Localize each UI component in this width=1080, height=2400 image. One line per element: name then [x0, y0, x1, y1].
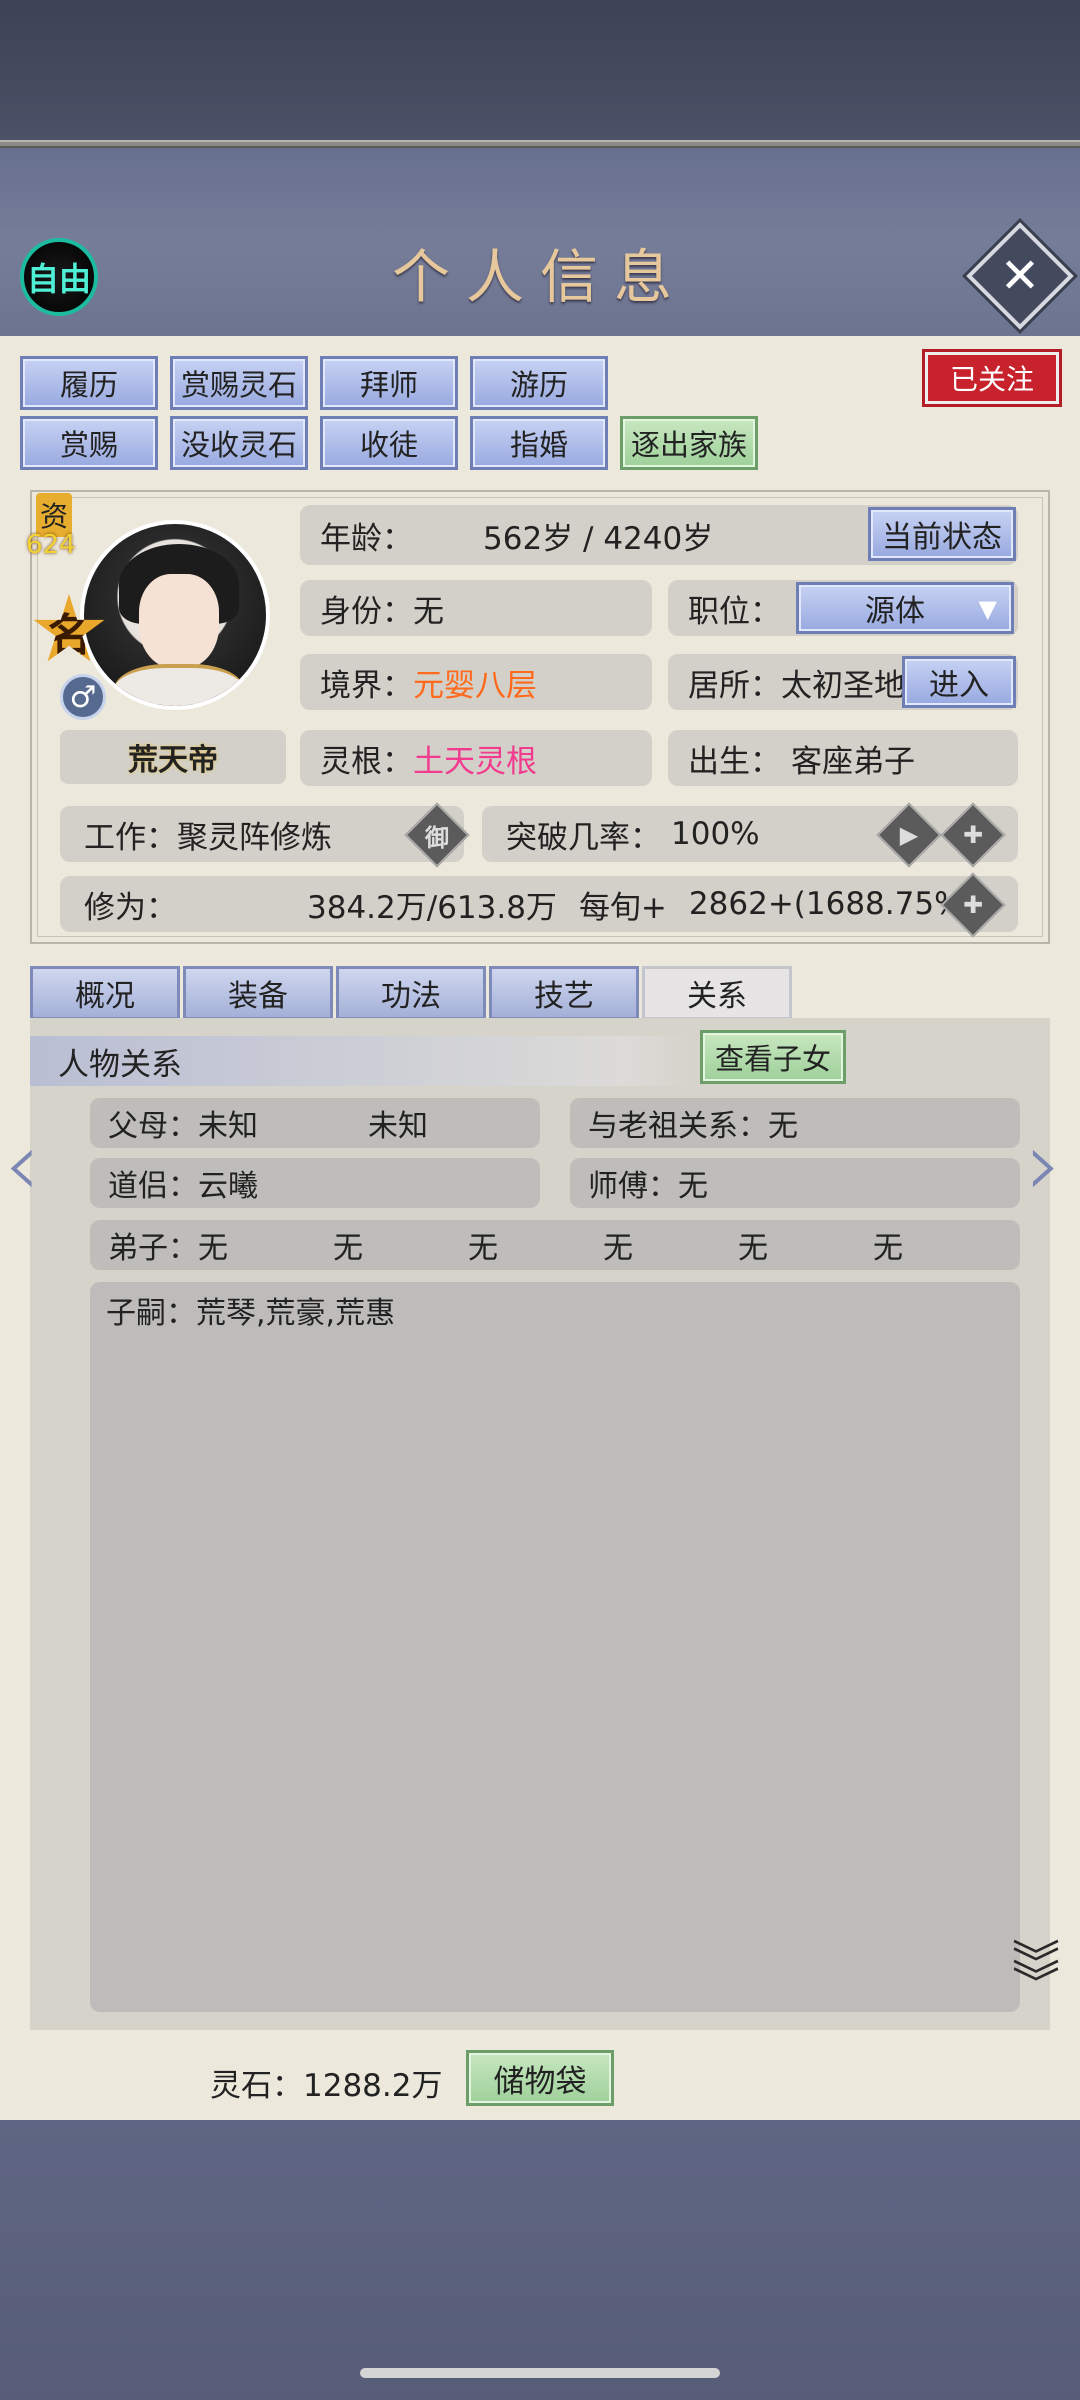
- position-select[interactable]: 源体 ▼: [796, 582, 1014, 634]
- prev-character-arrow-icon[interactable]: ‹: [4, 1112, 40, 1217]
- resume-button[interactable]: 履历: [20, 356, 158, 410]
- tab-techniques[interactable]: 功法: [336, 966, 486, 1020]
- spirit-root-label: 灵根：: [320, 743, 413, 780]
- partner-row[interactable]: 道侣： 云曦: [90, 1158, 540, 1208]
- children-value: 荒琴,荒豪,荒惠: [196, 1296, 396, 1331]
- age-label: 年龄：: [320, 520, 413, 557]
- cultivation-field: 修为： 384.2万/613.8万 每旬+ 2862+(1688.75%): [60, 876, 1018, 932]
- apprentice-button[interactable]: 拜师: [320, 356, 458, 410]
- spirit-root-value: 土天灵根: [413, 743, 537, 780]
- disciple-value: 无: [333, 1231, 363, 1266]
- disciple-value: 无: [468, 1231, 498, 1266]
- storage-bag-button[interactable]: 储物袋: [466, 2050, 614, 2106]
- next-character-arrow-icon[interactable]: ›: [1026, 1112, 1062, 1217]
- home-indicator[interactable]: [360, 2368, 720, 2378]
- ancestor-row: 与老祖关系： 无: [570, 1098, 1020, 1148]
- realm-field: 境界： 元婴八层: [300, 654, 652, 710]
- tab-relations[interactable]: 关系: [642, 966, 792, 1020]
- follow-button[interactable]: 已关注: [922, 349, 1062, 407]
- identity-field: 身份： 无: [300, 580, 652, 636]
- expel-button[interactable]: 逐出家族: [620, 416, 758, 470]
- residence-value: 太初圣地: [781, 667, 905, 704]
- tab-equipment[interactable]: 装备: [183, 966, 333, 1020]
- birth-field: 出生： 客座弟子: [668, 730, 1018, 786]
- cultivation-label: 修为：: [84, 889, 177, 926]
- parent-value: 未知: [198, 1109, 258, 1144]
- breakthrough-label: 突破几率：: [506, 819, 661, 856]
- per-turn-label: 每旬+: [578, 889, 667, 926]
- work-field: 工作： 聚灵阵修炼: [60, 806, 464, 862]
- children-row: 子嗣：荒琴,荒豪,荒惠: [106, 1296, 396, 1331]
- identity-label: 身份：: [320, 593, 413, 630]
- spirit-stone-value: 1288.2万: [303, 2068, 443, 2104]
- current-status-button[interactable]: 当前状态: [868, 507, 1016, 561]
- confiscate-stone-button[interactable]: 没收灵石: [170, 416, 308, 470]
- identity-value: 无: [413, 593, 444, 630]
- birth-label: 出生：: [688, 743, 781, 780]
- page-title: 个人信息: [391, 243, 688, 311]
- arrange-marriage-button[interactable]: 指婚: [470, 416, 608, 470]
- disciples-row: 弟子： 无 无 无 无 无 无: [90, 1220, 1020, 1270]
- birth-value: 客座弟子: [791, 743, 915, 780]
- spirit-root-field: 灵根： 土天灵根: [300, 730, 652, 786]
- disciple-value: 无: [198, 1231, 228, 1266]
- parent-value: 未知: [368, 1109, 428, 1144]
- disciple-value: 无: [873, 1231, 903, 1266]
- scroll-down-icon[interactable]: ︾ ︾: [1012, 1940, 1060, 2008]
- mode-toggle-button[interactable]: 自由: [20, 238, 98, 316]
- cultivation-value: 384.2万/613.8万: [307, 889, 557, 926]
- character-name[interactable]: 荒天帝: [60, 730, 286, 784]
- top-rail: [0, 140, 1080, 148]
- work-value: 聚灵阵修炼: [177, 819, 332, 856]
- ancestor-value: 无: [768, 1109, 798, 1144]
- disciple-value: 无: [603, 1231, 633, 1266]
- breakthrough-value: 100%: [671, 816, 760, 852]
- spirit-stone-display: 灵石：1288.2万: [210, 2068, 443, 2104]
- view-children-button[interactable]: 查看子女: [700, 1030, 846, 1084]
- tab-skills[interactable]: 技艺: [489, 966, 639, 1020]
- avatar[interactable]: [80, 520, 270, 710]
- position-value: 源体: [865, 594, 925, 629]
- take-disciple-button[interactable]: 收徒: [320, 416, 458, 470]
- per-turn-value: 2862+(1688.75%): [688, 886, 976, 922]
- reward-stone-button[interactable]: 赏赐灵石: [170, 356, 308, 410]
- disciple-value: 无: [738, 1231, 768, 1266]
- realm-label: 境界：: [320, 667, 413, 704]
- work-label: 工作：: [84, 819, 177, 856]
- top-background: [0, 0, 1080, 140]
- travel-button[interactable]: 游历: [470, 356, 608, 410]
- reward-button[interactable]: 赏赐: [20, 416, 158, 470]
- master-row: 师傅： 无: [570, 1158, 1020, 1208]
- aptitude-value: 624: [26, 530, 76, 560]
- chevron-down-icon: ▼: [978, 595, 997, 623]
- position-label: 职位：: [688, 593, 781, 630]
- relations-title: 人物关系: [30, 1036, 690, 1086]
- partner-value: 云曦: [198, 1169, 258, 1204]
- master-value: 无: [678, 1169, 708, 1204]
- bottom-background: [0, 2120, 1080, 2400]
- residence-label: 居所：: [688, 667, 781, 704]
- children-box: [90, 1282, 1020, 2012]
- tab-overview[interactable]: 概况: [30, 966, 180, 1020]
- realm-value: 元婴八层: [413, 667, 537, 704]
- close-icon: ✕: [999, 248, 1041, 304]
- parents-row: 父母： 未知 未知: [90, 1098, 540, 1148]
- age-value: 562岁 / 4240岁: [483, 520, 714, 557]
- male-icon: ♂: [60, 674, 106, 720]
- enter-button[interactable]: 进入: [902, 656, 1016, 708]
